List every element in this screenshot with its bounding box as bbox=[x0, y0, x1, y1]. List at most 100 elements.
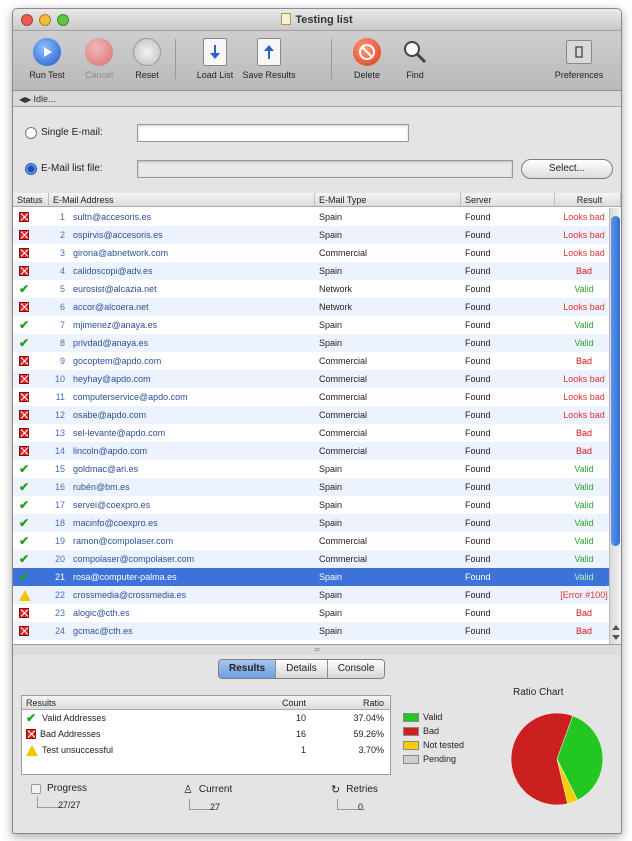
row-number: 23 bbox=[54, 608, 65, 618]
column-email-address[interactable]: E-Mail Address bbox=[49, 193, 315, 206]
column-email-type[interactable]: E-Mail Type bbox=[315, 193, 461, 206]
email-list-file-field[interactable] bbox=[137, 160, 513, 178]
email-cell: calidoscopi@adv.es bbox=[73, 266, 153, 276]
table-row[interactable]: 9 gocoptem@apdo.com Commercial Found Bad bbox=[13, 352, 609, 370]
legend-label: Bad bbox=[423, 726, 440, 736]
results-summary-table: Results Count Ratio ✔ Valid Addresses 10 37… bbox=[21, 695, 391, 775]
table-row[interactable]: 4 calidoscopi@adv.es Spain Found Bad bbox=[13, 262, 609, 280]
table-row[interactable]: 3 girona@abnetwork.com Commercial Found Look… bbox=[13, 244, 609, 262]
tab-details[interactable]: Details bbox=[276, 660, 328, 678]
retries-section: ↻ Retries 0 bbox=[331, 783, 378, 812]
select-file-button[interactable]: Select... bbox=[521, 159, 613, 179]
table-row[interactable]: ✔ 7 mjimenez@anaya.es Spain Found Valid bbox=[13, 316, 609, 334]
results-name: Valid Addresses bbox=[42, 713, 106, 723]
save-results-button[interactable]: Save Results bbox=[239, 37, 299, 80]
table-row[interactable]: 23 alogic@cth.es Spain Found Bad bbox=[13, 604, 609, 622]
stop-icon bbox=[85, 38, 113, 66]
server-cell: Found bbox=[465, 518, 491, 528]
table-row[interactable]: ✔ 15 goldmac@ari.es Spain Found Valid bbox=[13, 460, 609, 478]
warning-icon bbox=[26, 744, 38, 756]
result-cell: Bad bbox=[575, 428, 592, 438]
server-cell: Found bbox=[465, 356, 491, 366]
current-section: ♙ Current 27 bbox=[183, 783, 232, 812]
email-cell: osabe@apdo.com bbox=[73, 410, 147, 420]
table-row[interactable]: ✔ 5 eurosist@alcazia.net Network Found Valid bbox=[13, 280, 609, 298]
table-scrollbar[interactable] bbox=[609, 208, 621, 644]
table-row[interactable]: 22 crossmedia@crossmedia.es Spain Found [Err… bbox=[13, 586, 609, 604]
email-list-file-radio[interactable] bbox=[25, 163, 37, 175]
bad-x-icon bbox=[19, 356, 29, 366]
server-cell: Found bbox=[465, 500, 491, 510]
table-row[interactable]: 14 lincoln@apdo.com Commercial Found Bad bbox=[13, 442, 609, 460]
single-email-label: Single E-mail: bbox=[41, 127, 103, 138]
find-button[interactable]: Find bbox=[385, 37, 445, 80]
status-cell bbox=[13, 388, 49, 406]
server-cell: Found bbox=[465, 410, 491, 420]
table-row[interactable]: ✔ 16 rubén@bm.es Spain Found Valid bbox=[13, 478, 609, 496]
preferences-icon bbox=[566, 40, 592, 64]
ratio-pie-chart bbox=[510, 712, 604, 806]
column-server[interactable]: Server bbox=[461, 193, 555, 206]
table-row[interactable]: 10 heyhay@apdo.com Commercial Found Looks ba… bbox=[13, 370, 609, 388]
status-cell bbox=[13, 442, 49, 460]
table-row[interactable]: ✔ 8 privdad@anaya.es Spain Found Valid bbox=[13, 334, 609, 352]
table-row[interactable]: 13 sel-levante@apdo.com Commercial Found Bad bbox=[13, 424, 609, 442]
table-row[interactable]: 24 gcmac@cth.es Spain Found Bad bbox=[13, 622, 609, 640]
table-row[interactable]: 2 ospirvis@accesoris.es Spain Found Looks ba… bbox=[13, 226, 609, 244]
email-cell: ramon@compolaser.com bbox=[73, 536, 174, 546]
results-panel: Results Details Console Results Count Ra… bbox=[13, 655, 621, 833]
scroll-down-arrow[interactable] bbox=[612, 635, 620, 640]
result-cell: [Error #100] bbox=[560, 590, 608, 600]
reset-button[interactable]: Reset bbox=[117, 37, 177, 80]
magnifier-icon bbox=[400, 37, 430, 67]
column-status[interactable]: Status bbox=[13, 193, 49, 206]
table-row[interactable]: ✔ 18 macinfo@coexpro.es Spain Found Valid bbox=[13, 514, 609, 532]
type-cell: Commercial bbox=[319, 536, 368, 546]
scrollbar-thumb[interactable] bbox=[611, 216, 620, 546]
scroll-up-arrow[interactable] bbox=[612, 625, 620, 630]
results-row: ✔ Valid Addresses 10 37.04% bbox=[22, 710, 390, 726]
split-view-handle[interactable]: ═ bbox=[13, 645, 621, 655]
row-number: 21 bbox=[54, 572, 65, 582]
row-number: 7 bbox=[59, 320, 65, 330]
email-cell: accor@alcoera.net bbox=[73, 302, 149, 312]
status-cell: ✔ bbox=[13, 514, 49, 532]
single-email-input[interactable] bbox=[137, 124, 409, 142]
table-row[interactable]: ✔ 20 compolaser@compolaser.com Commercial Fo… bbox=[13, 550, 609, 568]
table-row[interactable]: ✔ 19 ramon@compolaser.com Commercial Found Va… bbox=[13, 532, 609, 550]
row-number: 19 bbox=[54, 536, 65, 546]
results-name-cell: Bad Addresses bbox=[22, 726, 262, 742]
row-number: 4 bbox=[59, 266, 65, 276]
delete-icon bbox=[353, 38, 381, 66]
email-cell: privdad@anaya.es bbox=[73, 338, 149, 348]
run-test-button[interactable]: Run Test bbox=[17, 37, 77, 80]
row-number: 6 bbox=[59, 302, 65, 312]
results-name-cell: ✔ Valid Addresses bbox=[22, 710, 262, 726]
bad-x-icon bbox=[19, 302, 29, 312]
result-cell: Looks bad bbox=[563, 248, 605, 258]
bad-x-icon bbox=[19, 410, 29, 420]
server-cell: Found bbox=[465, 482, 491, 492]
load-list-button[interactable]: Load List bbox=[185, 37, 245, 80]
column-result[interactable]: Result bbox=[555, 193, 621, 206]
table-row[interactable]: ✔ 17 servei@coexpro.es Spain Found Valid bbox=[13, 496, 609, 514]
single-email-radio[interactable] bbox=[25, 127, 37, 139]
tab-console[interactable]: Console bbox=[327, 660, 385, 678]
main-window: Testing list Run Test Cancel Reset Load … bbox=[12, 8, 622, 834]
table-row[interactable]: 11 computerservice@apdo.com Commercial Foun… bbox=[13, 388, 609, 406]
email-cell: goldmac@ari.es bbox=[73, 464, 139, 474]
row-number: 13 bbox=[54, 428, 65, 438]
status-cell bbox=[13, 406, 49, 424]
preferences-button[interactable]: Preferences bbox=[549, 37, 609, 80]
table-row[interactable]: 12 osabe@apdo.com Commercial Found Looks bad bbox=[13, 406, 609, 424]
row-number: 5 bbox=[59, 284, 65, 294]
table-row[interactable]: 6 accor@alcoera.net Network Found Looks bad bbox=[13, 298, 609, 316]
result-cell: Valid bbox=[574, 554, 594, 564]
type-cell: Commercial bbox=[319, 374, 368, 384]
count-header-label: Count bbox=[281, 698, 306, 708]
table-row[interactable]: 1 sultn@accesoris.es Spain Found Looks bad bbox=[13, 208, 609, 226]
table-row[interactable]: ✔ 21 rosa@computer-palma.es Spain Found Valid bbox=[13, 568, 609, 586]
status-line: ◀▶ Idle... bbox=[13, 91, 621, 107]
tab-results[interactable]: Results bbox=[219, 660, 277, 678]
valid-check-icon: ✔ bbox=[19, 552, 30, 566]
